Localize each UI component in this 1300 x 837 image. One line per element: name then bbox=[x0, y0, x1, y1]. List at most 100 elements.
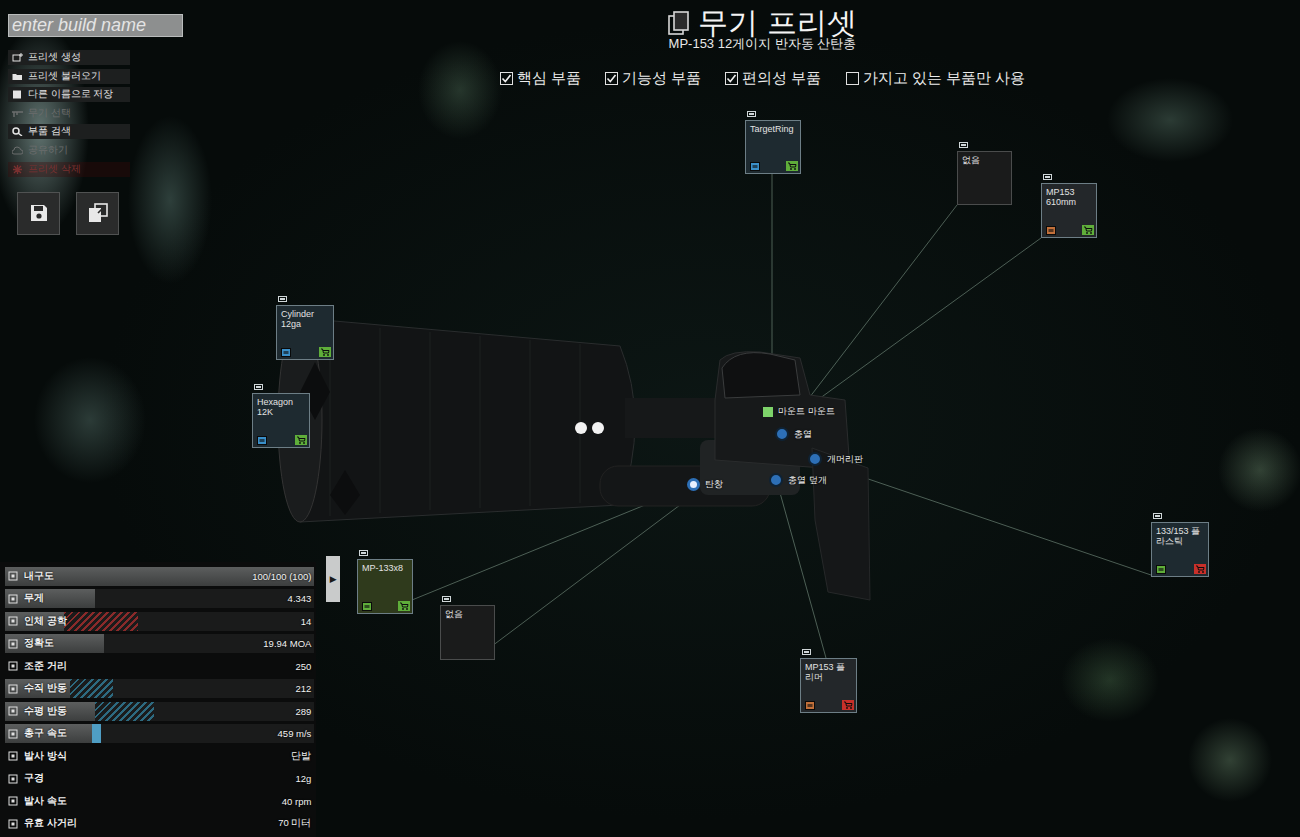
export-button[interactable] bbox=[76, 192, 119, 235]
stat-modifier bbox=[70, 679, 113, 698]
menu-item: 무기 선택 bbox=[8, 106, 130, 121]
menu-label: 프리셋 삭제 bbox=[28, 163, 81, 176]
stat-icon bbox=[8, 706, 18, 716]
cart-icon[interactable] bbox=[319, 347, 331, 357]
cart-icon[interactable] bbox=[295, 435, 307, 445]
source-icon bbox=[362, 602, 372, 611]
part-node[interactable]: MP153 플리머 bbox=[800, 658, 857, 713]
stat-label: 구경 bbox=[24, 772, 44, 785]
part-name: 없음 bbox=[962, 155, 1009, 165]
slot-type-icon bbox=[359, 550, 368, 556]
stat-bar bbox=[5, 589, 314, 608]
slot-label[interactable]: 마운트 마운트 bbox=[763, 405, 835, 418]
part-node[interactable]: Hexagon12K bbox=[252, 393, 310, 448]
menu-label: 공유하기 bbox=[28, 144, 68, 157]
connector-line bbox=[480, 490, 700, 655]
part-node[interactable]: Cylinder12ga bbox=[276, 305, 334, 360]
main-area: 무기 프리셋MP-153 12게이지 반자동 산탄총핵심 부품기능성 부품편의성… bbox=[340, 0, 1300, 837]
stat-label: 수평 반동 bbox=[24, 705, 67, 718]
stats-toggle-button[interactable]: ▶ bbox=[326, 556, 340, 602]
stat-row: 구경 12g bbox=[5, 769, 314, 788]
mount-marker-icon bbox=[763, 407, 773, 417]
filter-label: 편의성 부품 bbox=[742, 69, 821, 88]
slot-name: 마운트 마운트 bbox=[778, 405, 835, 418]
slot-name: 탄창 bbox=[705, 478, 723, 491]
connector-line bbox=[830, 466, 1151, 575]
filter-checkbox[interactable]: 핵심 부품 bbox=[500, 69, 581, 88]
checkbox-box[interactable] bbox=[846, 72, 859, 85]
part-node[interactable]: 133/153 플라스틱 bbox=[1151, 522, 1209, 577]
attach-point-icon[interactable] bbox=[575, 422, 587, 434]
slot-type-icon bbox=[278, 296, 287, 302]
source-icon bbox=[1046, 226, 1056, 235]
stat-value: 212 bbox=[296, 683, 312, 694]
checkbox-box[interactable] bbox=[725, 72, 738, 85]
slot-label[interactable]: 총열 덮개 bbox=[769, 473, 827, 487]
checkbox-box[interactable] bbox=[605, 72, 618, 85]
stat-row: 내구도100/100 (100) bbox=[5, 567, 314, 586]
menu-item: 프리셋 삭제 bbox=[8, 162, 130, 177]
stat-content: 총구 속도459 m/s bbox=[5, 724, 314, 743]
page-title: 무기 프리셋 bbox=[698, 6, 856, 40]
stat-modifier bbox=[92, 724, 101, 743]
menu-item[interactable]: 프리셋 생성 bbox=[8, 50, 130, 65]
stat-row: 총구 속도459 m/s bbox=[5, 724, 314, 743]
slot-label[interactable]: 총열 bbox=[775, 427, 812, 441]
cart-icon[interactable] bbox=[786, 161, 798, 171]
part-node[interactable]: 없음 bbox=[957, 151, 1012, 205]
part-node[interactable]: 없음 bbox=[440, 605, 495, 660]
cart-icon[interactable] bbox=[398, 601, 410, 611]
filter-checkbox[interactable]: 기능성 부품 bbox=[605, 69, 701, 88]
stat-content: 구경 12g bbox=[5, 769, 314, 788]
stat-value: 12g bbox=[296, 773, 312, 784]
part-filters: 핵심 부품 기능성 부품 편의성 부품 가지고 있는 부품만 사용 bbox=[500, 69, 1025, 88]
action-buttons bbox=[17, 192, 340, 235]
cart-icon[interactable] bbox=[1194, 564, 1206, 574]
stat-icon bbox=[8, 796, 18, 806]
part-node[interactable]: MP153610mm bbox=[1041, 183, 1097, 238]
stat-icon bbox=[8, 819, 18, 829]
menu-item-icon bbox=[12, 53, 23, 62]
menu-item[interactable]: 다른 이름으로 저장 bbox=[8, 87, 130, 102]
stat-label: 정확도 bbox=[24, 637, 54, 650]
filter-checkbox[interactable]: 가지고 있는 부품만 사용 bbox=[846, 69, 1026, 88]
stat-content: 수직 반동212 bbox=[5, 679, 314, 698]
menu-item: 공유하기 bbox=[8, 143, 130, 158]
check-icon bbox=[501, 73, 512, 84]
cart-icon[interactable] bbox=[1082, 225, 1094, 235]
connector-line bbox=[812, 238, 1041, 404]
save-icon bbox=[30, 204, 48, 222]
stat-label: 무게 bbox=[24, 592, 44, 605]
part-name: MP-133x8 bbox=[362, 563, 410, 573]
source-icon bbox=[750, 162, 760, 171]
menu-list: 프리셋 생성프리셋 불러오기다른 이름으로 저장무기 선택부품 검색공유하기프리… bbox=[8, 50, 340, 177]
stat-row: 인체 공학14 bbox=[5, 612, 314, 631]
stat-row: 발사 속도40 rpm bbox=[5, 792, 314, 811]
header: 무기 프리셋MP-153 12게이지 반자동 산탄총핵심 부품기능성 부품편의성… bbox=[340, 0, 1185, 88]
menu-item-icon bbox=[12, 109, 23, 118]
source-icon bbox=[281, 348, 291, 357]
part-name: 133/153 플라스틱 bbox=[1156, 526, 1206, 547]
save-button[interactable] bbox=[17, 192, 60, 235]
stat-label: 내구도 bbox=[24, 570, 54, 583]
slot-label[interactable]: 탄창 bbox=[687, 478, 723, 491]
shotgun-icon bbox=[278, 318, 870, 600]
filter-checkbox[interactable]: 편의성 부품 bbox=[725, 69, 821, 88]
slot-marker-icon bbox=[687, 478, 700, 491]
source-icon bbox=[805, 701, 815, 710]
stat-icon bbox=[8, 571, 18, 581]
stat-icon bbox=[8, 774, 18, 784]
interface: 프리셋 생성프리셋 불러오기다른 이름으로 저장무기 선택부품 검색공유하기프리… bbox=[0, 0, 1300, 837]
cart-icon[interactable] bbox=[842, 700, 854, 710]
menu-item[interactable]: 부품 검색 bbox=[8, 124, 130, 139]
build-name-input[interactable] bbox=[8, 14, 183, 37]
part-node[interactable]: TargetRing bbox=[745, 120, 801, 174]
stat-label: 총구 속도 bbox=[24, 727, 67, 740]
part-node[interactable]: MP-133x8 bbox=[357, 559, 413, 614]
menu-item[interactable]: 프리셋 불러오기 bbox=[8, 69, 130, 84]
attach-point-icon[interactable] bbox=[592, 422, 604, 434]
checkbox-box[interactable] bbox=[500, 72, 513, 85]
left-column: 프리셋 생성프리셋 불러오기다른 이름으로 저장무기 선택부품 검색공유하기프리… bbox=[0, 0, 340, 837]
slot-label[interactable]: 개머리판 bbox=[808, 452, 863, 466]
stat-row: 수직 반동212 bbox=[5, 679, 314, 698]
